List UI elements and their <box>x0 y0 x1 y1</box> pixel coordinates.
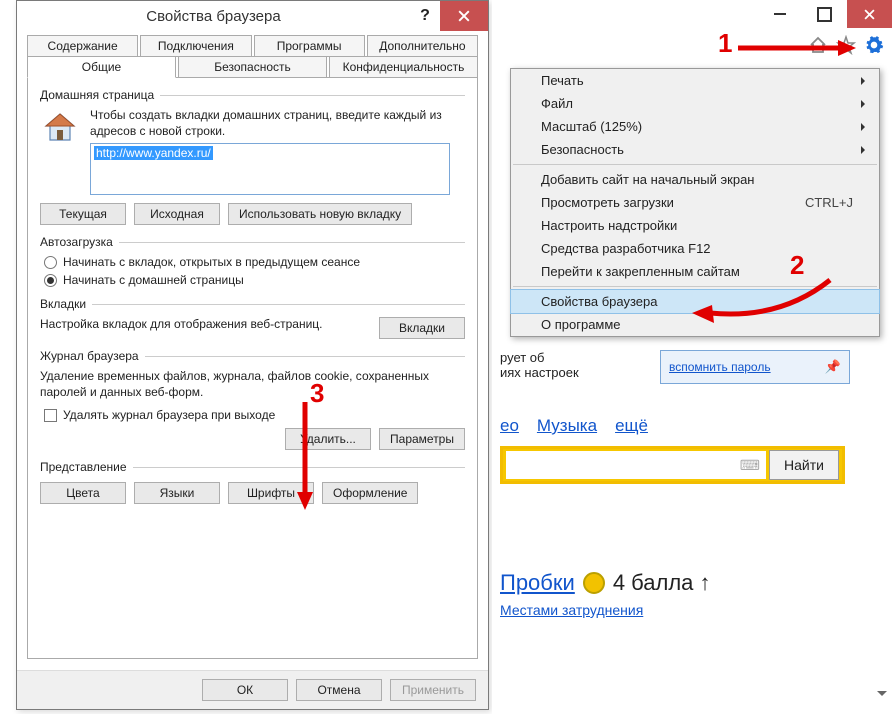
annotation-number-1: 1 <box>718 28 732 59</box>
tab-more[interactable]: ещё <box>615 416 648 436</box>
search-button[interactable]: Найти <box>769 450 839 480</box>
ok-button[interactable]: ОК <box>202 679 288 701</box>
traffic-widget: Пробки 4 балла ↑ <box>500 570 880 596</box>
menu-add-start[interactable]: Добавить сайт на начальный экран <box>511 168 879 191</box>
radio-start-tabs[interactable]: Начинать с вкладок, открытых в предыдуще… <box>44 255 465 269</box>
group-history-label: Журнал браузера <box>40 349 139 363</box>
tabs-description: Настройка вкладок для отображения веб-ст… <box>40 317 367 333</box>
tab-connections[interactable]: Подключения <box>140 35 251 57</box>
traffic-link[interactable]: Пробки <box>500 570 575 596</box>
checkbox-icon <box>44 409 57 422</box>
menu-f12[interactable]: Средства разработчика F12 <box>511 237 879 260</box>
maximize-button[interactable] <box>802 0 847 28</box>
group-homepage: Домашняя страница Чтобы создать вкладки … <box>40 88 465 225</box>
page-text-fragment: иях настроек <box>500 365 880 380</box>
colors-button[interactable]: Цвета <box>40 482 126 504</box>
tab-video[interactable]: ео <box>500 416 519 436</box>
history-settings-button[interactable]: Параметры <box>379 428 465 450</box>
radio-icon <box>44 274 57 287</box>
group-appearance: Представление Цвета Языки Шрифты Оформле… <box>40 460 465 504</box>
window-close-button[interactable] <box>847 0 892 28</box>
history-description: Удаление временных файлов, журнала, файл… <box>40 369 465 400</box>
languages-button[interactable]: Языки <box>134 482 220 504</box>
search-bar: ⌨ Найти <box>500 446 845 484</box>
annotation-arrow-2 <box>690 275 840 328</box>
group-homepage-label: Домашняя страница <box>40 88 154 102</box>
tab-content[interactable]: Содержание <box>27 35 138 57</box>
menu-print[interactable]: Печать <box>511 69 879 92</box>
annotation-number-3: 3 <box>310 378 324 409</box>
use-newtab-button[interactable]: Использовать новую вкладку <box>228 203 412 225</box>
apply-button[interactable]: Применить <box>390 679 476 701</box>
radio-icon <box>44 256 57 269</box>
dialog-close-button[interactable] <box>440 1 488 31</box>
menu-zoom[interactable]: Масштаб (125%) <box>511 115 879 138</box>
accessibility-button[interactable]: Оформление <box>322 482 418 504</box>
keyboard-icon[interactable]: ⌨ <box>740 457 760 474</box>
radio-start-home[interactable]: Начинать с домашней страницы <box>44 273 465 287</box>
search-input[interactable]: ⌨ <box>506 451 766 479</box>
traffic-sublink[interactable]: Местами затруднения <box>500 602 880 618</box>
window-controls <box>757 0 892 28</box>
annotation-arrow-3 <box>295 402 315 515</box>
yandex-tabs: ео Музыка ещё <box>500 416 880 436</box>
internet-options-dialog: Свойства браузера ? Содержание Подключен… <box>16 0 489 710</box>
menu-addons[interactable]: Настроить надстройки <box>511 214 879 237</box>
tab-panel-general: Домашняя страница Чтобы создать вкладки … <box>27 77 478 659</box>
minimize-button[interactable] <box>757 0 802 28</box>
checkbox-delete-on-exit[interactable]: Удалять журнал браузера при выходе <box>44 408 465 422</box>
scrollbar-down-icon[interactable] <box>874 665 890 707</box>
page-text-fragment: рует об <box>500 350 880 365</box>
annotation-arrow-1 <box>738 40 858 63</box>
group-history: Журнал браузера Удаление временных файло… <box>40 349 465 450</box>
help-button[interactable]: ? <box>410 1 440 31</box>
traffic-light-icon <box>583 572 605 594</box>
radio-start-home-label: Начинать с домашней страницы <box>63 273 244 287</box>
homepage-url-input[interactable]: http://www.yandex.ru/ <box>90 143 450 195</box>
gear-icon[interactable] <box>864 35 884 55</box>
tabs-row-primary: Общие Безопасность Конфиденциальность <box>27 56 478 78</box>
dialog-footer: ОК Отмена Применить <box>17 670 488 709</box>
dialog-title: Свойства браузера <box>17 8 410 25</box>
group-tabs: Вкладки Настройка вкладок для отображени… <box>40 297 465 339</box>
tab-programs[interactable]: Программы <box>254 35 365 57</box>
homepage-description: Чтобы создать вкладки домашних страниц, … <box>90 108 465 139</box>
menu-file[interactable]: Файл <box>511 92 879 115</box>
use-current-button[interactable]: Текущая <box>40 203 126 225</box>
group-startup-label: Автозагрузка <box>40 235 113 249</box>
use-default-button[interactable]: Исходная <box>134 203 220 225</box>
radio-start-tabs-label: Начинать с вкладок, открытых в предыдуще… <box>63 255 360 269</box>
homepage-url-value: http://www.yandex.ru/ <box>94 146 213 160</box>
tabs-row-secondary: Содержание Подключения Программы Дополни… <box>27 35 478 57</box>
menu-downloads[interactable]: Просмотреть загрузкиCTRL+J <box>511 191 879 214</box>
tab-security[interactable]: Безопасность <box>178 56 327 78</box>
group-appearance-label: Представление <box>40 460 127 474</box>
home-icon <box>40 108 80 148</box>
menu-separator <box>513 164 877 165</box>
dialog-titlebar: Свойства браузера ? <box>17 1 488 31</box>
tab-advanced[interactable]: Дополнительно <box>367 35 478 57</box>
group-startup: Автозагрузка Начинать с вкладок, открыты… <box>40 235 465 287</box>
tabs-settings-button[interactable]: Вкладки <box>379 317 465 339</box>
tab-general[interactable]: Общие <box>27 56 176 78</box>
cancel-button[interactable]: Отмена <box>296 679 382 701</box>
page-content: рует об иях настроек ео Музыка ещё ⌨ Най… <box>500 350 880 618</box>
group-tabs-label: Вкладки <box>40 297 86 311</box>
checkbox-delete-on-exit-label: Удалять журнал браузера при выходе <box>63 408 275 422</box>
traffic-value: 4 балла ↑ <box>613 570 711 596</box>
tab-privacy[interactable]: Конфиденциальность <box>329 56 478 78</box>
menu-safety[interactable]: Безопасность <box>511 138 879 161</box>
annotation-number-2: 2 <box>790 250 804 281</box>
tab-music[interactable]: Музыка <box>537 416 597 436</box>
